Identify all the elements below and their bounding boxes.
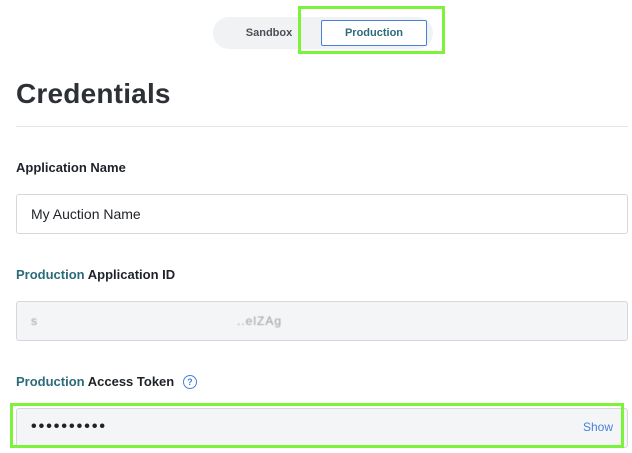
access-token-label: Production Access Token ? — [16, 374, 197, 390]
application-id-env-word: Production — [16, 267, 85, 282]
application-name-label: Application Name — [16, 160, 126, 175]
page-title: Credentials — [16, 78, 171, 109]
show-token-button[interactable]: Show — [583, 420, 613, 434]
credentials-page: Sandbox Production Credentials Applicati… — [0, 0, 632, 453]
application-name-input[interactable] — [16, 194, 628, 234]
access-token-label-text: Access Token — [87, 374, 175, 389]
access-token-masked-value: •••••••••• — [31, 418, 108, 435]
access-token-field[interactable]: •••••••••• Show — [16, 408, 628, 448]
application-id-label-text: Application ID — [87, 267, 176, 282]
sandbox-tab[interactable]: Sandbox — [213, 17, 325, 49]
application-id-field[interactable]: s ..elZAg — [16, 301, 628, 341]
title-divider — [16, 126, 628, 127]
environment-toggle: Sandbox Production — [213, 17, 433, 49]
application-id-fragment: s — [31, 314, 38, 328]
question-circle-icon[interactable]: ? — [182, 374, 197, 389]
application-id-fragment: ..elZAg — [237, 314, 283, 328]
access-token-env-word: Production — [16, 374, 85, 389]
production-tab[interactable]: Production — [321, 20, 427, 46]
application-id-label: Production Application ID — [16, 267, 175, 282]
